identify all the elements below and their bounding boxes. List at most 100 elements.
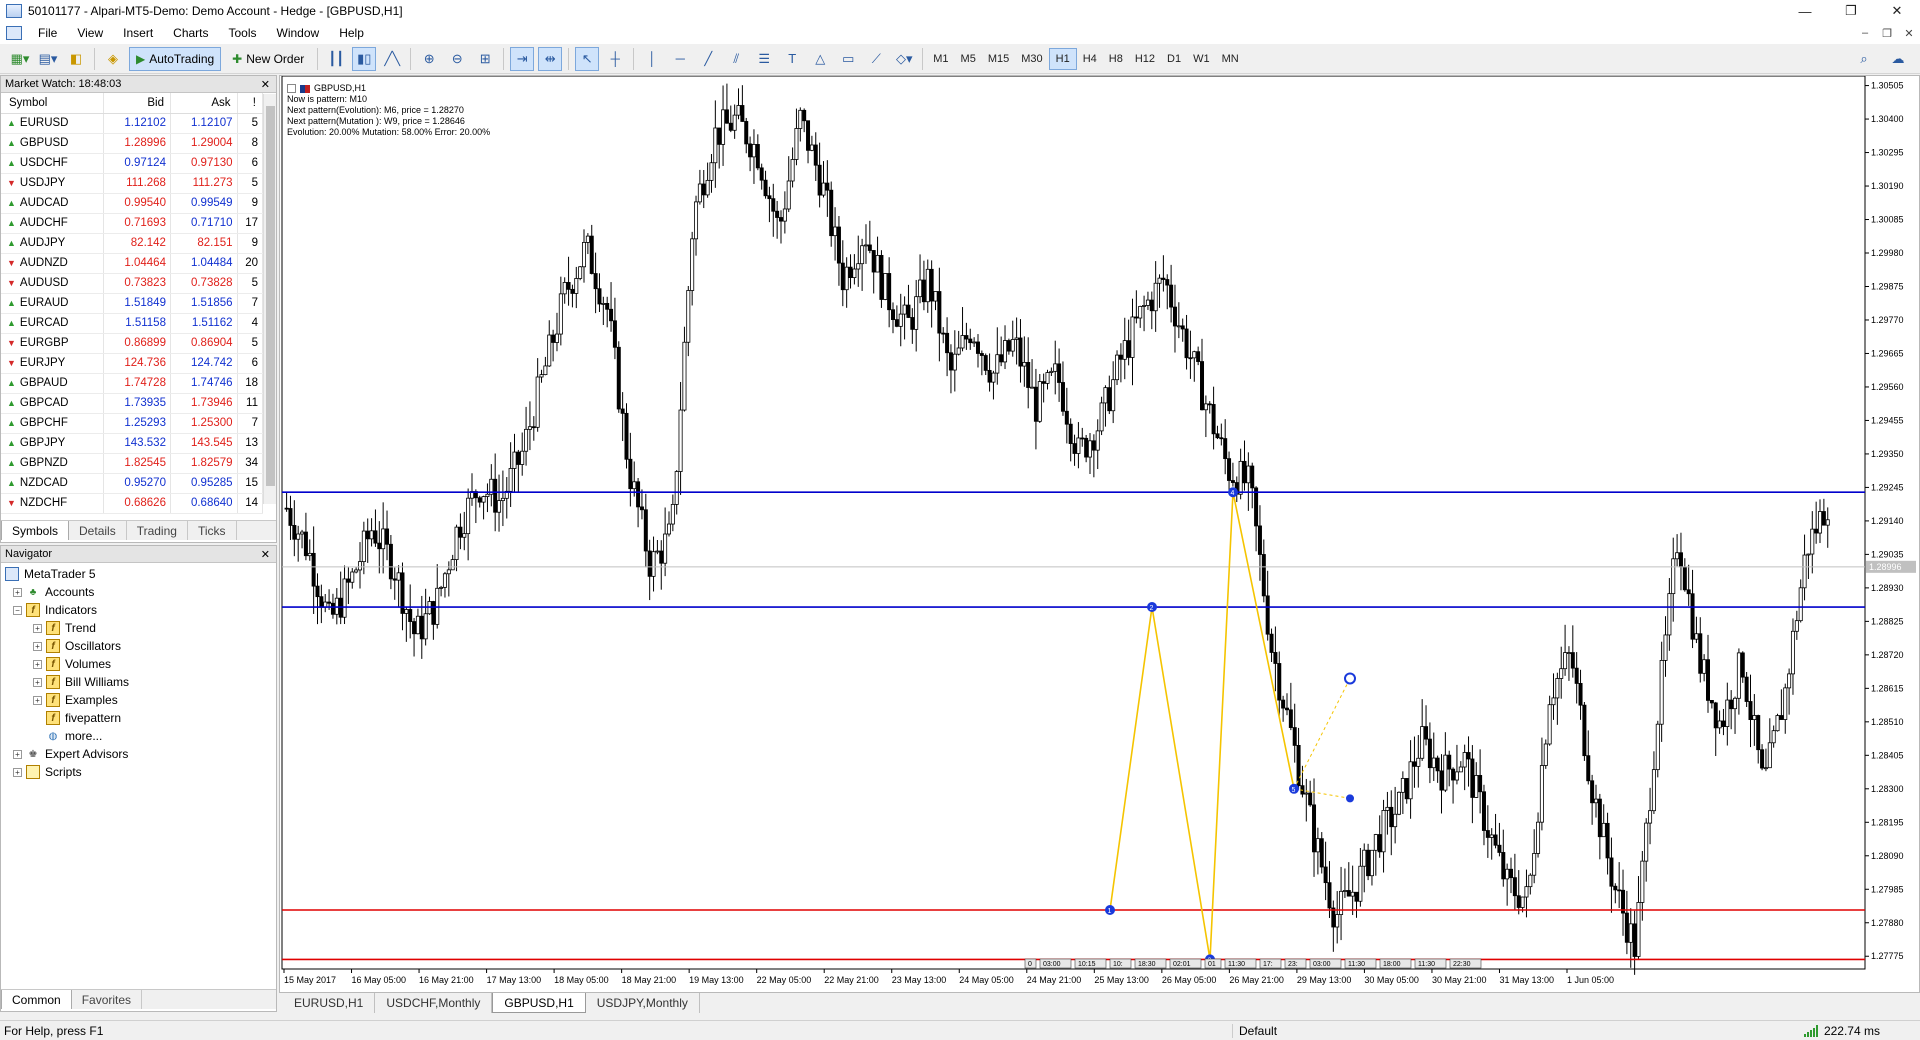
market-watch-scrollbar[interactable] xyxy=(263,94,276,504)
chart-shift-icon[interactable]: ⇹ xyxy=(538,46,563,71)
tab-trading[interactable]: Trading xyxy=(127,521,188,540)
crosshair-icon[interactable]: ┼ xyxy=(603,47,627,71)
timeframe-d1[interactable]: D1 xyxy=(1161,48,1187,70)
timeframe-m15[interactable]: M15 xyxy=(982,48,1015,70)
zoom-in-icon[interactable]: ⊕ xyxy=(417,47,441,71)
expand-icon[interactable]: + xyxy=(33,623,42,633)
column-symbol[interactable]: Symbol xyxy=(1,93,105,114)
collapse-icon[interactable]: − xyxy=(13,605,22,615)
status-connection[interactable]: 222.74 ms xyxy=(1803,1024,1880,1038)
timeframe-w1[interactable]: W1 xyxy=(1187,48,1216,70)
doc-restore-button[interactable]: ❐ xyxy=(1876,27,1898,40)
equidistant-channel-icon[interactable]: ⫽ xyxy=(724,47,748,71)
tab-details[interactable]: Details xyxy=(69,521,127,540)
market-watch-row[interactable]: ▼ USDJPY 111.268 111.273 5 xyxy=(1,173,264,194)
cursor-icon[interactable]: ↖ xyxy=(575,46,600,71)
timeframe-h4[interactable]: H4 xyxy=(1077,48,1103,70)
tab-favorites[interactable]: Favorites xyxy=(72,990,143,1009)
expand-icon[interactable]: + xyxy=(33,695,42,705)
menu-view[interactable]: View xyxy=(67,22,113,44)
tab-ticks[interactable]: Ticks xyxy=(188,521,237,540)
fan-icon[interactable]: ⟋ xyxy=(864,47,888,71)
shapes-dropdown-icon[interactable]: ◇▾ xyxy=(892,47,916,71)
market-watch-row[interactable]: ▲ AUDCHF 0.71693 0.71710 17 xyxy=(1,213,264,234)
chart-window[interactable]: 1.30505 1.30400 1.30295 1.30190 1.30085 1.299… xyxy=(279,75,1920,993)
line-chart-icon[interactable]: ╱╲ xyxy=(380,47,404,71)
tile-windows-icon[interactable]: ⊞ xyxy=(473,47,497,71)
tab-symbols[interactable]: Symbols xyxy=(1,521,70,540)
new-order-button[interactable]: ✚ New Order xyxy=(225,47,311,71)
timeframe-h8[interactable]: H8 xyxy=(1103,48,1129,70)
doc-minimize-button[interactable]: ‒ xyxy=(1854,27,1876,40)
menu-tools[interactable]: Tools xyxy=(219,22,267,44)
nav-indicators[interactable]: − f Indicators xyxy=(1,601,276,619)
market-watch-row[interactable]: ▲ GBPAUD 1.74728 1.74746 18 xyxy=(1,373,264,394)
triangle-icon[interactable]: △ xyxy=(808,47,832,71)
market-watch-close-icon[interactable]: ✕ xyxy=(261,78,270,91)
market-watch-row[interactable]: ▲ GBPCAD 1.73935 1.73946 11 xyxy=(1,393,264,414)
scrollbar-thumb[interactable] xyxy=(266,106,275,486)
trend-line-icon[interactable]: ╱ xyxy=(696,47,720,71)
new-chart-icon[interactable]: ▦▾ xyxy=(8,47,32,71)
expand-icon[interactable]: + xyxy=(13,749,22,759)
market-watch-row[interactable]: ▲ AUDCAD 0.99540 0.99549 9 xyxy=(1,193,264,214)
nav-scripts[interactable]: + Scripts xyxy=(1,763,276,781)
nav-root[interactable]: MetaTrader 5 xyxy=(1,565,276,583)
text-icon[interactable]: T xyxy=(780,47,804,71)
market-watch-row[interactable]: ▼ AUDUSD 0.73823 0.73828 5 xyxy=(1,273,264,294)
column-ask[interactable]: Ask xyxy=(170,93,238,114)
menu-help[interactable]: Help xyxy=(329,22,374,44)
chart-tab-usdjpy-monthly[interactable]: USDJPY,Monthly xyxy=(586,993,700,1013)
market-watch-row[interactable]: ▼ NZDCHF 0.68626 0.68640 14 xyxy=(1,493,264,514)
chart-tab-usdchf-monthly[interactable]: USDCHF,Monthly xyxy=(375,993,493,1013)
expand-icon[interactable]: + xyxy=(33,677,42,687)
candlestick-chart-icon[interactable]: ▮▯ xyxy=(352,46,377,71)
nav-expert-advisors[interactable]: + ♚ Expert Advisors xyxy=(1,745,276,763)
market-watch-row[interactable]: ▲ GBPNZD 1.82545 1.82579 34 xyxy=(1,453,264,474)
chart-tab-eurusd-h1[interactable]: EURUSD,H1 xyxy=(283,993,376,1013)
market-watch-row[interactable]: ▲ EURUSD 1.12102 1.12107 5 xyxy=(1,113,264,134)
expand-icon[interactable]: + xyxy=(33,641,42,651)
chat-icon[interactable]: ☁ xyxy=(1886,47,1910,71)
market-watch-row[interactable]: ▲ GBPJPY 143.532 143.545 13 xyxy=(1,433,264,454)
navigator-close-icon[interactable]: ✕ xyxy=(261,548,270,561)
menu-window[interactable]: Window xyxy=(267,22,330,44)
timeframe-m1[interactable]: M1 xyxy=(927,48,954,70)
expand-icon[interactable]: + xyxy=(13,767,22,777)
tab-common[interactable]: Common xyxy=(1,990,72,1009)
close-button[interactable]: ✕ xyxy=(1874,0,1920,22)
rectangle-icon[interactable]: ▭ xyxy=(836,47,860,71)
horizontal-line-icon[interactable]: ─ xyxy=(668,47,692,71)
nav-indicator-bill-williams[interactable]: + f Bill Williams xyxy=(1,673,276,691)
metaeditor-icon[interactable]: ◈ xyxy=(101,47,125,71)
zoom-out-icon[interactable]: ⊖ xyxy=(445,47,469,71)
nav-indicator-fivepattern[interactable]: f fivepattern xyxy=(1,709,276,727)
expand-icon[interactable]: + xyxy=(13,587,22,597)
market-watch-row[interactable]: ▼ EURGBP 0.86899 0.86904 5 xyxy=(1,333,264,354)
bar-chart-icon[interactable]: ┃┃ xyxy=(324,47,348,71)
nav-indicator-examples[interactable]: + f Examples xyxy=(1,691,276,709)
minimize-button[interactable]: — xyxy=(1782,0,1828,22)
market-watch-row[interactable]: ▲ USDCHF 0.97124 0.97130 6 xyxy=(1,153,264,174)
vertical-line-icon[interactable]: │ xyxy=(640,47,664,71)
market-watch-row[interactable]: ▲ EURCAD 1.51158 1.51162 4 xyxy=(1,313,264,334)
auto-scroll-icon[interactable]: ⇥ xyxy=(510,46,535,71)
market-watch-row[interactable]: ▼ EURJPY 124.736 124.742 6 xyxy=(1,353,264,374)
doc-close-button[interactable]: ✕ xyxy=(1898,27,1920,40)
menu-charts[interactable]: Charts xyxy=(163,22,218,44)
profiles-icon[interactable]: ▤▾ xyxy=(36,47,60,71)
market-watch-row[interactable]: ▼ AUDNZD 1.04464 1.04484 20 xyxy=(1,253,264,274)
menu-insert[interactable]: Insert xyxy=(113,22,163,44)
column-bid[interactable]: Bid xyxy=(103,93,171,114)
chart-menu-icon[interactable] xyxy=(287,84,296,93)
timeframe-mn[interactable]: MN xyxy=(1216,48,1245,70)
maximize-button[interactable]: ❐ xyxy=(1828,0,1874,22)
market-watch-row[interactable]: ▲ NZDCAD 0.95270 0.95285 15 xyxy=(1,473,264,494)
chart-tab-gbpusd-h1[interactable]: GBPUSD,H1 xyxy=(492,993,586,1013)
autotrading-button[interactable]: ▶ AutoTrading xyxy=(129,46,222,71)
timeframe-h1[interactable]: H1 xyxy=(1048,47,1077,70)
chart-document-icon[interactable] xyxy=(6,26,22,40)
nav-accounts[interactable]: + ♣ Accounts xyxy=(1,583,276,601)
menu-file[interactable]: File xyxy=(28,22,67,44)
timeframe-m5[interactable]: M5 xyxy=(955,48,982,70)
